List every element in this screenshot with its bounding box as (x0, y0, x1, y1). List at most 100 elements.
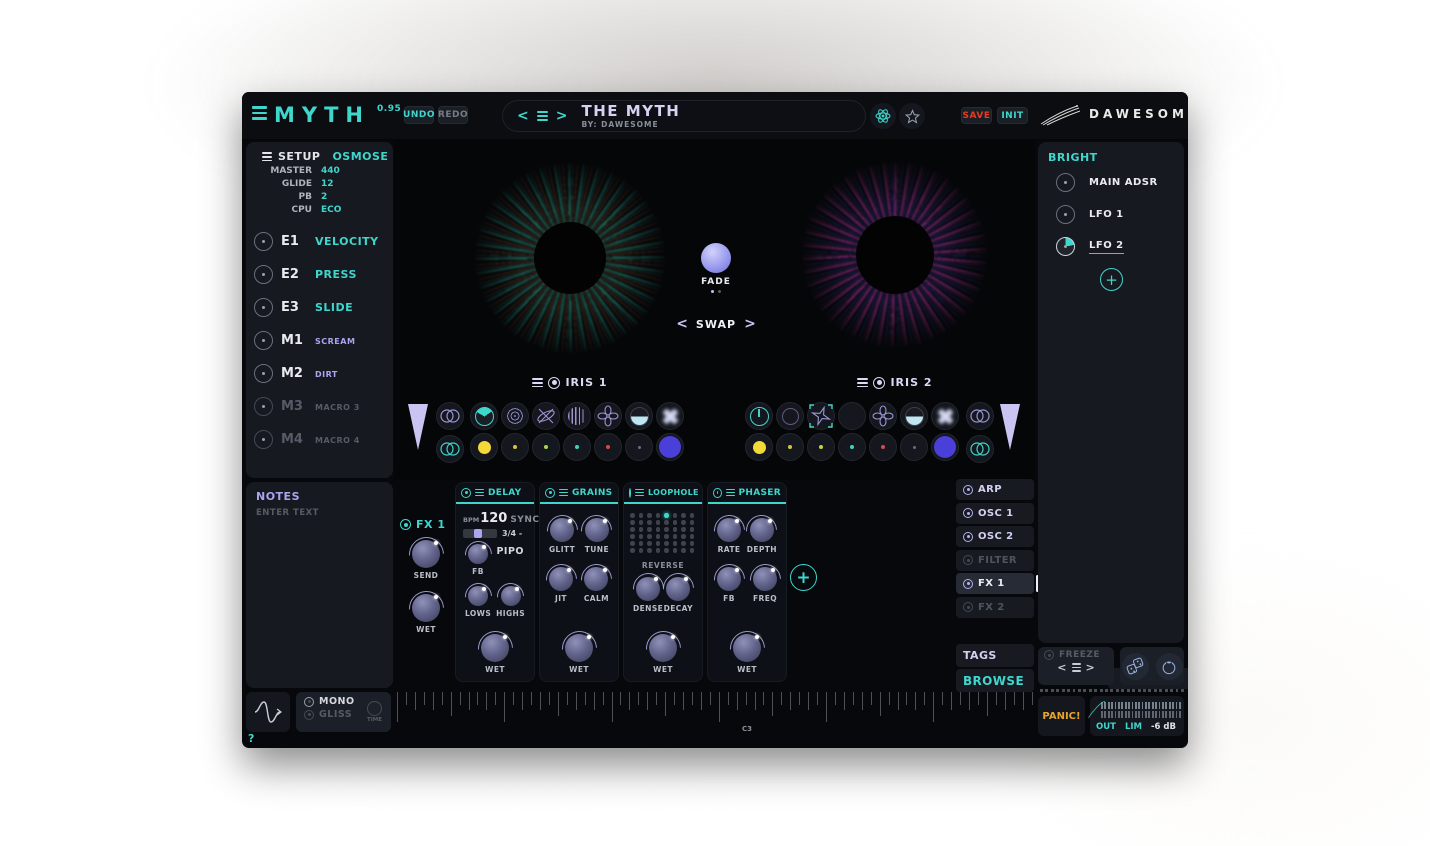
keyboard-tick[interactable] (924, 692, 925, 705)
keyboard-tick[interactable] (1032, 692, 1033, 705)
keyboard-strip[interactable]: C3 (395, 690, 1035, 736)
keyboard-tick[interactable] (451, 692, 452, 716)
starx-icon[interactable] (807, 402, 835, 430)
loophole-enable-icon[interactable] (629, 488, 631, 498)
freeze-list-icon[interactable] (1072, 662, 1081, 674)
loophole-step-dot[interactable] (639, 534, 644, 539)
undo-button[interactable]: UNDO (404, 106, 434, 124)
macro-knob-icon[interactable] (254, 265, 273, 284)
blurx-icon[interactable] (656, 402, 684, 430)
stripes-icon[interactable] (563, 402, 591, 430)
keyboard-tick[interactable] (397, 692, 398, 722)
delay-header[interactable]: DELAY (456, 483, 534, 504)
color-dot[interactable] (532, 433, 560, 461)
keyboard-tick[interactable] (469, 692, 470, 710)
macro-assignment[interactable]: SLIDE (315, 301, 353, 314)
tab-osc2[interactable]: OSC 2 (956, 526, 1034, 547)
add-fx-button[interactable]: + (790, 564, 817, 591)
grains-header[interactable]: GRAINS (540, 483, 618, 504)
macro-knob-icon[interactable] (254, 331, 273, 350)
delay-fraction-value[interactable]: 3/4 - (502, 529, 522, 538)
freeze-label[interactable]: FREEZE (1059, 650, 1100, 660)
color-dot[interactable] (931, 433, 959, 461)
loophole-step-dot[interactable] (681, 534, 686, 539)
loophole-dense-knob[interactable] (636, 577, 660, 601)
loophole-step-dot[interactable] (673, 541, 678, 546)
ring-icon[interactable] (776, 402, 804, 430)
tab-tags[interactable]: TAGS (956, 644, 1034, 667)
creature-button[interactable] (1156, 653, 1183, 680)
iris1-menu-icon[interactable] (532, 376, 543, 389)
color-dot[interactable] (563, 433, 591, 461)
grains-menu-icon[interactable] (559, 487, 568, 498)
preset-next-icon[interactable]: > (556, 108, 568, 124)
glide-time-control[interactable]: TIME (367, 701, 382, 723)
fade-knob[interactable] (701, 243, 731, 273)
keyboard-tick[interactable] (871, 692, 872, 705)
freeze-nav[interactable]: < > (1044, 661, 1108, 674)
mesh-icon[interactable] (838, 402, 866, 430)
delay-fb-knob[interactable] (468, 544, 488, 564)
half-icon[interactable] (625, 402, 653, 430)
loophole-step-dot[interactable] (664, 548, 669, 553)
color-dot[interactable] (838, 433, 866, 461)
keyboard-tick[interactable] (781, 692, 782, 705)
grains-glitt-knob[interactable] (550, 518, 574, 542)
freeze-enable-icon[interactable] (1044, 650, 1054, 660)
loophole-step-dot[interactable] (690, 534, 695, 539)
keyboard-tick[interactable] (585, 692, 586, 705)
loophole-header[interactable]: LOOPHOLE (624, 483, 702, 504)
keyboard-tick[interactable] (558, 692, 559, 716)
keyboard-tick[interactable] (406, 692, 407, 705)
keyboard-tick[interactable] (567, 692, 568, 705)
loophole-step-dot[interactable] (630, 541, 635, 546)
keyboard-tick[interactable] (889, 692, 890, 705)
loophole-step-dot[interactable] (673, 534, 678, 539)
loophole-menu-icon[interactable] (635, 487, 644, 498)
delay-mode-value[interactable]: PIPO (496, 546, 524, 557)
keyboard-tick[interactable] (1023, 692, 1024, 710)
grains-jit-knob[interactable] (549, 567, 573, 591)
keyboard-tick[interactable] (692, 692, 693, 705)
fx1-strip-label[interactable]: FX 1 (400, 518, 445, 531)
loophole-step-dot[interactable] (630, 548, 635, 553)
preset-prev-icon[interactable]: < (517, 108, 529, 124)
keyboard-tick[interactable] (853, 692, 854, 705)
phaser-enable-icon[interactable] (713, 488, 722, 498)
keyboard-tick[interactable] (799, 692, 800, 705)
keyboard-tick[interactable] (495, 692, 496, 705)
keyboard-tick[interactable] (576, 692, 577, 710)
color-dot[interactable] (900, 433, 928, 461)
crossx-icon[interactable] (532, 402, 560, 430)
loophole-step-dot[interactable] (639, 548, 644, 553)
loophole-step-dot[interactable] (690, 541, 695, 546)
phaser-rate-knob[interactable] (717, 518, 741, 542)
keyboard-tick[interactable] (603, 692, 604, 705)
keyboard-tick[interactable] (683, 692, 684, 710)
color-dot[interactable] (501, 433, 529, 461)
keyboard-tick[interactable] (933, 692, 934, 722)
fx2-enable-icon[interactable] (963, 602, 973, 612)
loophole-step-dot[interactable] (673, 527, 678, 532)
pie-icon[interactable] (470, 402, 498, 430)
delay-highs-knob[interactable] (501, 586, 521, 606)
fx1-enable-icon[interactable] (963, 579, 973, 589)
bpm-value[interactable]: 120 (480, 511, 507, 526)
preset-selector[interactable]: < > THE MYTH BY: DAWESOME (502, 100, 866, 132)
loophole-step-dot[interactable] (647, 541, 652, 546)
keyboard-tick[interactable] (763, 692, 764, 705)
keyboard-tick[interactable] (960, 692, 961, 705)
iris2-header[interactable]: IRIS 2 (835, 376, 955, 389)
keyboard-tick[interactable] (719, 692, 720, 722)
loophole-step-dot[interactable] (630, 513, 635, 518)
keyboard-tick[interactable] (737, 692, 738, 710)
keyboard-tick[interactable] (629, 692, 630, 710)
keyboard-tick[interactable] (531, 692, 532, 705)
keyboard-tick[interactable] (415, 692, 416, 710)
loophole-step-dot[interactable] (664, 541, 669, 546)
keyboard-tick[interactable] (486, 692, 487, 710)
clock-icon[interactable] (745, 402, 773, 430)
loophole-step-dot[interactable] (681, 513, 686, 518)
keyboard-tick[interactable] (504, 692, 505, 722)
mod-amount-knob[interactable] (1056, 173, 1075, 192)
